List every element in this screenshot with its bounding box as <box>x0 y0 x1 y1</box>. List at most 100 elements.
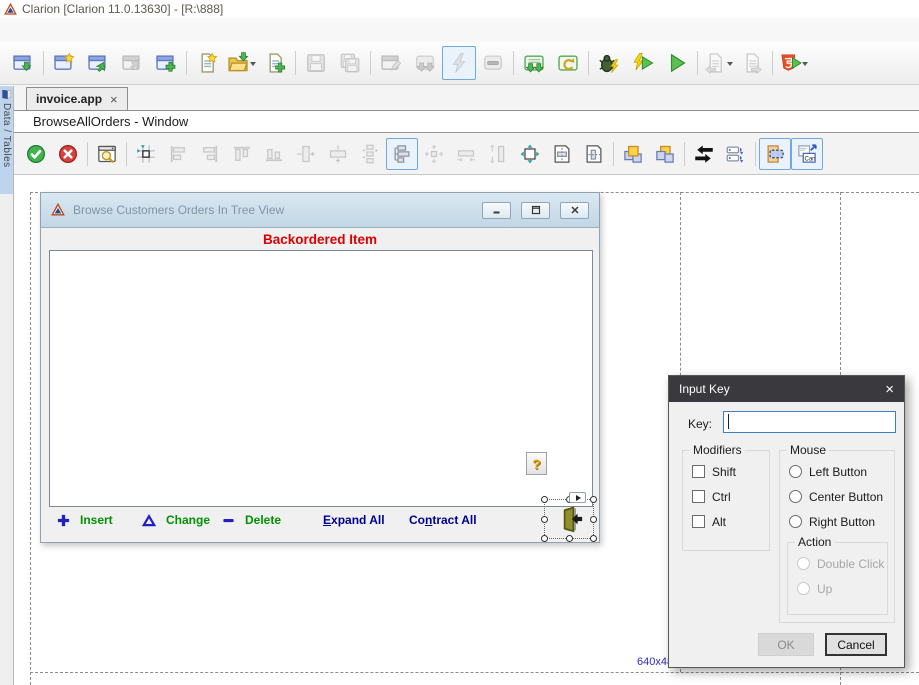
delete-button[interactable]: Delete <box>222 511 281 529</box>
selection-handle[interactable] <box>590 516 597 523</box>
left-sidebar: Data / Tables <box>0 86 14 685</box>
add-window-button[interactable] <box>149 46 183 80</box>
key-input[interactable] <box>723 411 896 433</box>
run-icon <box>666 52 688 74</box>
action-group: Action Double ClickUp <box>787 542 888 615</box>
selection-handle[interactable] <box>541 496 548 503</box>
tab-close-icon[interactable]: × <box>110 92 118 107</box>
shift-checkbox[interactable]: Shift <box>692 464 769 479</box>
dropdown-caret-icon[interactable] <box>727 62 733 69</box>
tree-list-control[interactable] <box>49 250 593 507</box>
minimize-button[interactable] <box>482 202 511 219</box>
alt-checkbox[interactable]: Alt <box>692 514 769 529</box>
add-file-button[interactable] <box>258 46 292 80</box>
auto-tab-order-button[interactable] <box>720 138 752 170</box>
help-button[interactable]: ? <box>526 452 547 475</box>
checkbox-icon[interactable] <box>692 515 705 528</box>
edit-template-button[interactable] <box>374 46 408 80</box>
selected-close-control[interactable] <box>544 499 594 539</box>
dropdown-caret-icon[interactable] <box>802 62 808 69</box>
select-parent-button[interactable] <box>759 138 791 170</box>
align-top-icon <box>232 144 252 164</box>
spread-vertical-icon <box>360 144 380 164</box>
cancel-button[interactable]: Cancel <box>825 633 887 656</box>
new-file-button[interactable] <box>190 46 224 80</box>
smart-tag-button[interactable] <box>569 492 586 503</box>
left-button-radio[interactable]: Left Button <box>789 464 894 479</box>
debug-button[interactable] <box>592 46 626 80</box>
radio-icon[interactable] <box>789 490 802 503</box>
save-all-button[interactable] <box>333 46 367 80</box>
mouse-group: Mouse Left ButtonCenter ButtonRight Butt… <box>779 450 895 623</box>
spread-vertical-button[interactable] <box>354 138 386 170</box>
snap-grid-button[interactable] <box>130 138 162 170</box>
close-button[interactable] <box>560 202 589 219</box>
cancel-generate-button[interactable] <box>476 46 510 80</box>
arrange-controls-icon <box>392 144 412 164</box>
selection-handle[interactable] <box>590 535 597 542</box>
designed-window[interactable]: Browse Customers Orders In Tree View Bac… <box>40 192 600 543</box>
checkbox-icon[interactable] <box>692 490 705 503</box>
align-right-button[interactable] <box>194 138 226 170</box>
tab-invoice-app[interactable]: invoice.app × <box>26 87 128 111</box>
data-tables-tab[interactable]: Data / Tables <box>0 86 13 194</box>
radio-icon[interactable] <box>789 515 802 528</box>
center-button-radio[interactable]: Center Button <box>789 489 894 504</box>
arrange-controls-button[interactable] <box>386 138 418 170</box>
dialog-close-icon[interactable]: × <box>885 382 894 397</box>
selection-handle[interactable] <box>590 496 597 503</box>
generate-and-run-button[interactable] <box>626 46 660 80</box>
center-horizontal-button[interactable] <box>322 138 354 170</box>
same-height-button[interactable] <box>482 138 514 170</box>
selection-handle[interactable] <box>541 535 548 542</box>
next-file-button[interactable] <box>735 46 769 80</box>
generate-all-button[interactable] <box>517 46 551 80</box>
checkbox-icon[interactable] <box>692 465 705 478</box>
open-file-button[interactable] <box>224 46 258 80</box>
dropdown-caret-icon[interactable] <box>250 62 256 69</box>
window-title: Clarion [Clarion 11.0.13630] - [R:\888] <box>22 2 223 16</box>
contract-all-button[interactable]: Contract All <box>409 511 477 529</box>
maximize-button[interactable] <box>521 202 550 219</box>
discard-button[interactable] <box>52 138 84 170</box>
expand-all-button[interactable]: Expand All <box>323 511 385 529</box>
radio-icon[interactable] <box>789 465 802 478</box>
selection-handle[interactable] <box>541 516 548 523</box>
align-bottom-button[interactable] <box>258 138 290 170</box>
toolbar-separator <box>370 51 371 75</box>
selection-handle[interactable] <box>566 535 573 542</box>
designed-window-titlebar[interactable]: Browse Customers Orders In Tree View <box>41 193 599 228</box>
center-in-window-button[interactable] <box>514 138 546 170</box>
align-top-button[interactable] <box>226 138 258 170</box>
save-button[interactable] <box>299 46 333 80</box>
center-page-vertical-button[interactable] <box>578 138 610 170</box>
ctrl-checkbox[interactable]: Ctrl <box>692 489 769 504</box>
toolbar-separator <box>755 142 756 166</box>
run-html-button[interactable] <box>776 46 810 80</box>
upload-app-button[interactable] <box>115 46 149 80</box>
previous-file-button[interactable] <box>701 46 735 80</box>
cancel-template-button[interactable]: Can <box>791 138 823 170</box>
center-page-horizontal-button[interactable] <box>546 138 578 170</box>
change-button[interactable]: Change <box>142 511 210 529</box>
same-width-button[interactable] <box>450 138 482 170</box>
export-button[interactable] <box>408 46 442 80</box>
bring-to-front-button[interactable] <box>617 138 649 170</box>
align-left-button[interactable] <box>162 138 194 170</box>
fit-contents-button[interactable] <box>418 138 450 170</box>
set-tab-order-button[interactable] <box>688 138 720 170</box>
open-app-button[interactable] <box>81 46 115 80</box>
right-button-radio[interactable]: Right Button <box>789 514 894 529</box>
compile-button[interactable] <box>442 46 476 80</box>
preview-button[interactable] <box>91 138 123 170</box>
text-caret <box>728 414 729 429</box>
center-vertical-button[interactable] <box>290 138 322 170</box>
send-to-back-button[interactable] <box>649 138 681 170</box>
designed-window-body: Backordered Item ? Insert Change Delete … <box>41 228 599 542</box>
accept-button[interactable] <box>20 138 52 170</box>
new-app-button[interactable] <box>47 46 81 80</box>
run-button[interactable] <box>660 46 694 80</box>
load-app-button[interactable] <box>6 46 40 80</box>
insert-button[interactable]: Insert <box>57 511 113 529</box>
generate-current-button[interactable] <box>551 46 585 80</box>
